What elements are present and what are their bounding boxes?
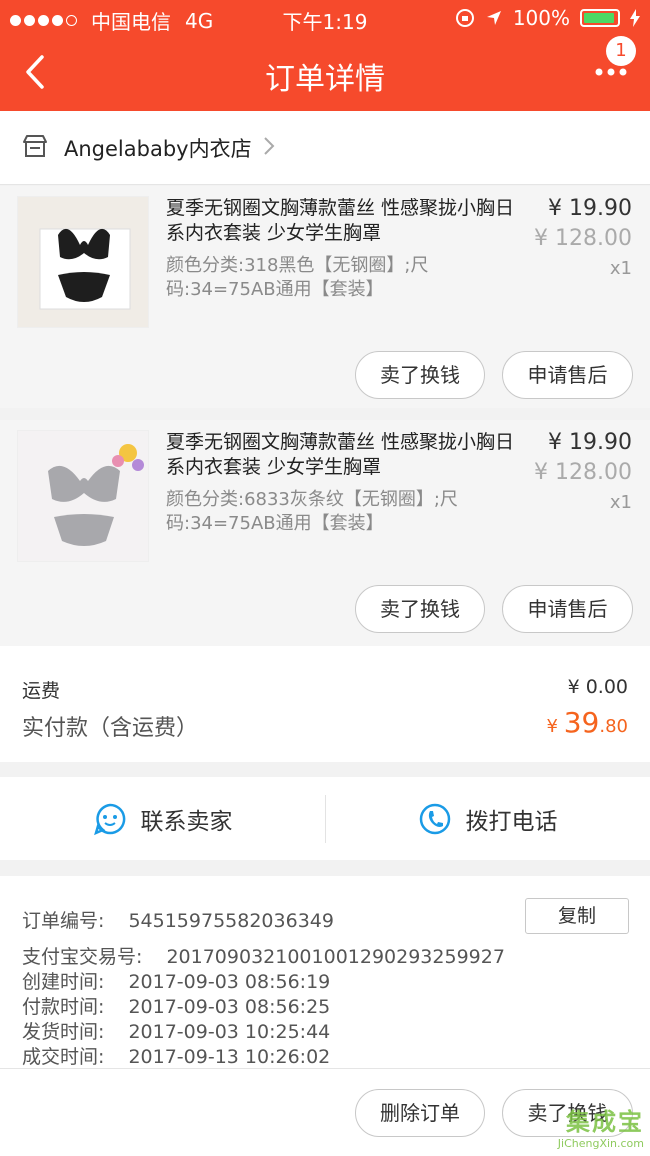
completed-label: 成交时间: <box>22 1046 105 1068</box>
status-right: 100% <box>455 6 640 30</box>
order-totals: 运费 ¥ 0.00 实付款（含运费） ¥ 39.80 <box>0 646 650 762</box>
divider <box>0 1068 650 1069</box>
sell-button[interactable]: 卖了换钱 <box>355 351 485 399</box>
paid-integer: 39 <box>563 706 600 739</box>
completed-row: 成交时间: 2017-09-13 10:26:02 <box>22 1042 330 1069</box>
product-title[interactable]: 夏季无钢圈文胸薄款蕾丝 性感聚拢小胸日系内衣套装 少女学生胸罩 <box>166 430 516 480</box>
order-number-row: 订单编号: 54515975582036349 <box>22 906 334 933</box>
product-spec: 颜色分类:6833灰条纹【无钢圈】;尺码:34=75AB通用【套装】 <box>166 489 458 534</box>
product-quantity: x1 <box>609 492 632 513</box>
shop-row[interactable]: Angelababy内衣店 <box>0 111 650 185</box>
contact-seller-label: 联系卖家 <box>140 808 233 835</box>
call-phone-label: 拨打电话 <box>465 808 558 835</box>
contact-bar: 联系卖家 拨打电话 <box>0 777 650 860</box>
product-spec: 颜色分类:318黑色【无钢圈】;尺码:34=75AB通用【套装】 <box>166 255 429 300</box>
after-sales-button[interactable]: 申请售后 <box>502 585 633 633</box>
shipped-label: 发货时间: <box>22 1021 105 1043</box>
created-label: 创建时间: <box>22 971 105 993</box>
shop-name: Angelababy内衣店 <box>64 137 252 161</box>
product-price: ¥ 19.90 <box>548 430 632 455</box>
battery-percent: 100% <box>512 6 570 30</box>
created-row: 创建时间: 2017-09-03 08:56:19 <box>22 967 330 994</box>
phone-icon <box>419 803 450 834</box>
shop-icon <box>23 135 47 157</box>
page-title: 订单详情 <box>265 62 385 97</box>
contact-seller-button[interactable]: 联系卖家 <box>0 777 325 860</box>
delete-order-button[interactable]: 删除订单 <box>355 1089 485 1137</box>
chat-icon <box>93 803 125 835</box>
paid-time-row: 付款时间: 2017-09-03 08:56:25 <box>22 992 330 1019</box>
watermark: 集成宝 JiChengXin.com <box>558 1102 644 1150</box>
charging-icon <box>630 9 640 27</box>
alipay-number: 2017090321001001290293259927 <box>166 946 505 968</box>
product-item[interactable]: 夏季无钢圈文胸薄款蕾丝 性感聚拢小胸日系内衣套装 少女学生胸罩 颜色分类:318… <box>0 186 650 408</box>
order-number: 54515975582036349 <box>128 910 334 932</box>
after-sales-button[interactable]: 申请售后 <box>502 351 633 399</box>
top-bar: 中国电信 4G 下午1:19 100% 订单详情 1 <box>0 0 650 111</box>
product-item[interactable]: 夏季无钢圈文胸薄款蕾丝 性感聚拢小胸日系内衣套装 少女学生胸罩 颜色分类:683… <box>0 420 650 646</box>
product-original-price: ¥ 128.00 <box>534 226 632 251</box>
paid-time: 2017-09-03 08:56:25 <box>128 996 331 1018</box>
shipping-label: 运费 <box>22 680 61 702</box>
order-number-label: 订单编号: <box>22 910 105 932</box>
copy-button[interactable]: 复制 <box>525 898 629 934</box>
sell-button[interactable]: 卖了换钱 <box>355 585 485 633</box>
product-original-price: ¥ 128.00 <box>534 460 632 485</box>
watermark-main: 集成宝 <box>566 1108 644 1136</box>
more-icon[interactable] <box>594 64 628 80</box>
shipped-row: 发货时间: 2017-09-03 10:25:44 <box>22 1017 330 1044</box>
shipped-time: 2017-09-03 10:25:44 <box>128 1021 331 1043</box>
created-time: 2017-09-03 08:56:19 <box>128 971 331 993</box>
message-badge: 1 <box>606 36 636 66</box>
alipay-row: 支付宝交易号: 2017090321001001290293259927 <box>22 942 505 969</box>
paid-amount: ¥ 39.80 <box>547 706 628 739</box>
product-price: ¥ 19.90 <box>548 196 632 221</box>
paid-label: 实付款（含运费） <box>22 716 199 741</box>
shipping-value: ¥ 0.00 <box>567 676 628 698</box>
completed-time: 2017-09-13 10:26:02 <box>128 1046 331 1068</box>
rotation-lock-icon <box>455 9 474 27</box>
battery-icon <box>580 9 620 27</box>
product-quantity: x1 <box>609 258 632 279</box>
status-bar: 中国电信 4G 下午1:19 100% <box>0 0 650 36</box>
order-info: 订单编号: 54515975582036349 复制 支付宝交易号: 20170… <box>0 876 650 1156</box>
watermark-sub: JiChengXin.com <box>557 1137 644 1150</box>
paid-time-label: 付款时间: <box>22 996 105 1018</box>
location-icon <box>486 11 501 25</box>
product-title[interactable]: 夏季无钢圈文胸薄款蕾丝 性感聚拢小胸日系内衣套装 少女学生胸罩 <box>166 196 516 246</box>
nav-bar: 订单详情 1 <box>0 36 650 111</box>
paid-currency: ¥ <box>546 716 564 737</box>
alipay-label: 支付宝交易号: <box>22 946 143 968</box>
product-image <box>17 430 149 562</box>
product-image <box>17 196 149 328</box>
chevron-right-icon <box>264 137 275 155</box>
paid-decimal: .80 <box>599 716 628 737</box>
call-phone-button[interactable]: 拨打电话 <box>325 777 650 860</box>
